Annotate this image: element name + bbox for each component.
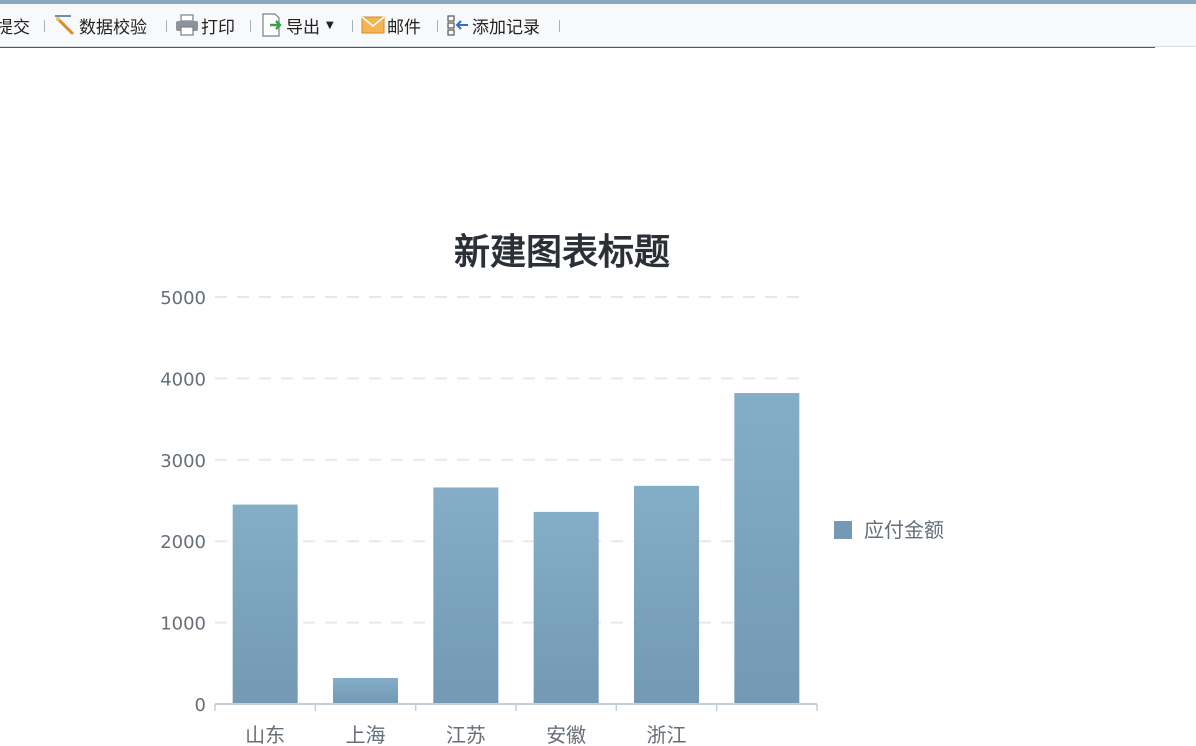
y-tick-label: 2000 (160, 532, 206, 553)
print-label: 打印 (201, 17, 235, 38)
email-button[interactable]: 邮件 (361, 4, 421, 46)
export-icon (260, 13, 284, 37)
legend-swatch (834, 521, 852, 539)
export-button[interactable]: 导出 ▼ (260, 4, 334, 46)
export-label: 导出 (286, 17, 320, 38)
toolbar-separator (166, 20, 167, 32)
bar-4 (533, 511, 599, 704)
add-record-label: 添加记录 (472, 17, 540, 38)
bar-1 (232, 504, 298, 704)
data-validate-button[interactable]: 数据校验 (53, 4, 147, 46)
toolbar-separator (44, 20, 45, 32)
dropdown-caret-icon: ▼ (326, 19, 334, 31)
data-validate-label: 数据校验 (79, 17, 147, 38)
x-tick-label: 山东 (245, 723, 285, 746)
toolbar-separator (559, 20, 560, 32)
bar-chart: 新建图表标题 0 1000 2000 3000 4000 5000 山东 上海 江苏 安徽 浙江 应… (160, 232, 944, 746)
bar-2 (333, 677, 398, 704)
print-button[interactable]: 打印 (175, 4, 235, 46)
bar-5 (634, 485, 699, 704)
x-tick-label: 浙江 (647, 723, 687, 746)
add-record-icon (446, 13, 470, 37)
add-record-button[interactable]: 添加记录 (446, 4, 540, 46)
submit-label: 提交 (0, 17, 30, 38)
y-tick-label: 0 (195, 695, 206, 716)
x-tick-label: 江苏 (446, 723, 486, 746)
printer-icon (175, 13, 199, 37)
x-tick-label: 上海 (346, 723, 386, 746)
envelope-icon (361, 13, 385, 37)
toolbar-separator (437, 20, 438, 32)
magic-wand-icon (53, 13, 77, 37)
y-tick-label: 1000 (160, 614, 206, 635)
bar-6 (734, 393, 800, 704)
report-toolbar: 提交 数据校验 打印 导出 ▼ 邮件 添加记录 (0, 4, 1196, 47)
y-tick-label: 5000 (160, 288, 206, 309)
y-tick-label: 3000 (160, 451, 206, 472)
toolbar-separator (352, 20, 353, 32)
x-tick-label: 安徽 (546, 723, 586, 746)
bar-3 (433, 487, 499, 704)
toolbar-separator (250, 20, 251, 32)
email-label: 邮件 (387, 17, 421, 38)
submit-button[interactable]: 提交 (0, 4, 30, 46)
chart-title: 新建图表标题 (454, 232, 670, 273)
y-tick-label: 4000 (160, 369, 206, 390)
legend-label: 应付金额 (864, 518, 944, 542)
